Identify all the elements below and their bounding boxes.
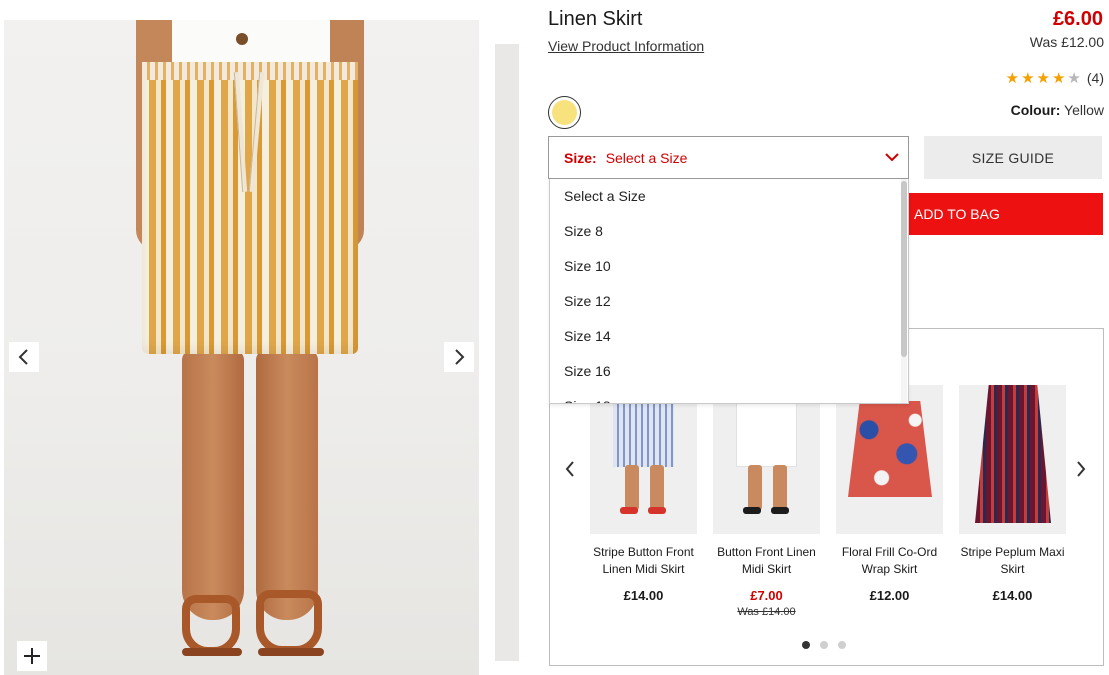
product-card-price: £14.00 [992,588,1033,603]
size-label: Size: [564,149,597,166]
drawstring [248,72,265,192]
star-icon: ★ [1051,69,1066,87]
product-card-name[interactable]: Floral Frill Co-Ord Wrap Skirt [830,544,949,578]
colour-label: Colour: [1010,102,1061,118]
sandal-sole-left [182,648,242,656]
dropdown-scrollbar-thumb[interactable] [901,181,907,357]
chevron-right-icon [455,349,465,365]
colour-swatch-yellow[interactable] [548,96,581,129]
size-option[interactable]: Size 12 [550,284,908,319]
product-card-was-price: Was £14.00 [737,606,796,618]
dropdown-scrollbar[interactable] [901,179,907,403]
product-card[interactable]: Button Front Linen Midi Skirt £7.00 Was … [713,385,820,618]
plus-icon [24,648,40,664]
rating-count[interactable]: (4) [1087,70,1104,86]
drawstring [233,71,248,193]
size-option[interactable]: Size 18 [550,389,908,403]
size-option[interactable]: Size 10 [550,249,908,284]
product-card[interactable]: Floral Frill Co-Ord Wrap Skirt £12.00 [836,385,943,603]
sandal-left [182,595,240,655]
striped-skirt [142,62,358,354]
sandal-right [256,590,322,654]
product-card-image[interactable] [713,385,820,534]
shoe-image [771,507,789,514]
chevron-down-icon [885,153,899,162]
star-icon: ★ [1005,69,1020,87]
size-selected-value: Select a Size [605,149,688,166]
carousel-prev-button[interactable] [561,454,579,484]
shoe-image [648,507,666,514]
product-card[interactable]: Stripe Button Front Linen Midi Skirt £14… [590,385,697,603]
carousel-dot[interactable] [820,641,828,649]
product-card-price: £7.00 [750,588,783,603]
product-card-price: £12.00 [869,588,910,603]
leg-image [625,465,639,510]
size-select[interactable]: Size: Select a Size [548,136,909,179]
size-dropdown-list[interactable]: Select a Size Size 8 Size 10 Size 12 Siz… [549,179,909,404]
size-option[interactable]: Size 16 [550,354,908,389]
star-icon: ★ [1036,69,1050,87]
top-button-detail [236,33,248,45]
add-to-bag-button[interactable]: ADD TO BAG [905,193,1103,235]
chevron-left-icon [18,349,28,365]
floral-skirt-image [848,401,932,497]
product-card-name[interactable]: Stripe Button Front Linen Midi Skirt [584,544,703,578]
main-product-image[interactable] [4,20,479,675]
shoe-image [743,507,761,514]
product-card-image[interactable] [590,385,697,534]
product-card-price: £14.00 [623,588,664,603]
shoe-image [620,507,638,514]
view-product-information-link[interactable]: View Product Information [548,38,704,54]
product-card-name[interactable]: Stripe Peplum Maxi Skirt [953,544,1072,578]
chevron-left-icon [565,461,574,477]
carousel-pagination [802,641,846,649]
size-option[interactable]: Size 14 [550,319,908,354]
size-option[interactable]: Select a Size [550,179,908,214]
chevron-right-icon [1077,461,1086,477]
product-card-image[interactable] [836,385,943,534]
star-icon: ★ [1067,69,1081,87]
leg-image [748,465,762,510]
gallery-prev-button[interactable] [9,342,39,372]
leg-image [773,465,787,510]
size-option[interactable]: Size 8 [550,214,908,249]
zoom-button[interactable] [17,641,47,671]
product-card[interactable]: Stripe Peplum Maxi Skirt £14.00 [959,385,1066,603]
skirt-waistband [142,62,358,80]
star-icon: ★ [1021,69,1035,87]
carousel-next-button[interactable] [1072,454,1090,484]
model-leg-left [182,350,244,620]
carousel-dot[interactable] [802,641,810,649]
product-card-name[interactable]: Button Front Linen Midi Skirt [707,544,826,578]
maxi-skirt-image [975,385,1051,523]
leg-image [650,465,664,510]
product-card-image[interactable] [959,385,1066,534]
size-guide-button[interactable]: SIZE GUIDE [924,136,1102,179]
carousel-dot[interactable] [838,641,846,649]
product-title: Linen Skirt [548,8,643,30]
sandal-sole-right [258,648,324,656]
model-leg-right [256,350,318,620]
colour-indicator: Colour: Yellow [1011,102,1104,118]
next-gallery-image-peek[interactable] [495,44,519,661]
star-rating[interactable]: ★ ★ ★ ★ ★ (4) [1006,70,1104,86]
swatch-fill [552,100,577,125]
colour-value: Yellow [1064,102,1104,118]
gallery-next-button[interactable] [444,342,474,372]
was-price: Was £12.00 [1029,34,1104,50]
product-price: £6.00 [1052,8,1103,30]
